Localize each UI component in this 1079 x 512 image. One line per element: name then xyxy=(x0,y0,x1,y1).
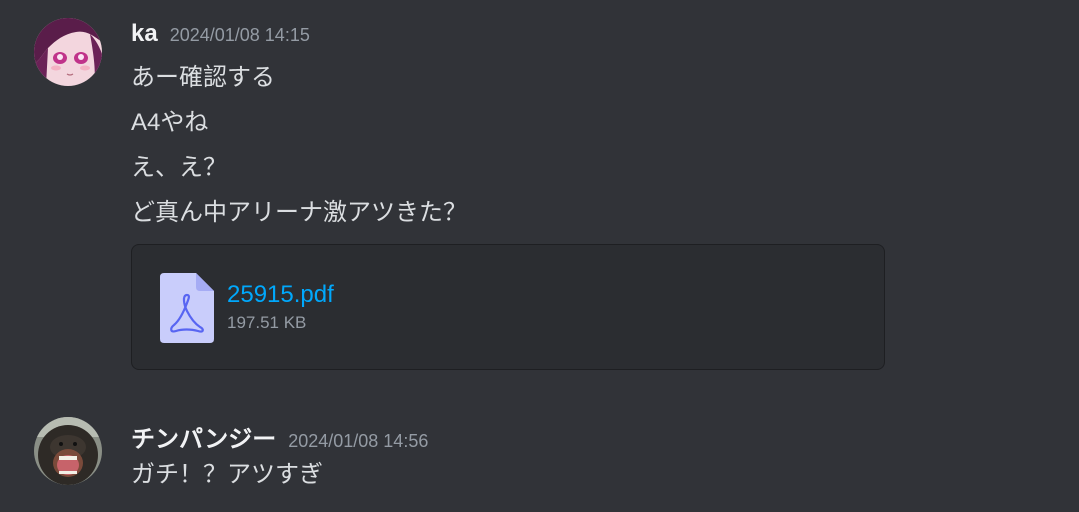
pdf-file-icon[interactable] xyxy=(160,273,214,343)
message-header: チンパンジー 2024/01/08 14:56 xyxy=(131,419,428,454)
message-header: ka 2024/01/08 14:15 xyxy=(131,20,310,48)
avatar[interactable] xyxy=(34,18,102,86)
message-group: チンパンジー 2024/01/08 14:56 ガチ！？アツすぎ xyxy=(0,390,1079,512)
message-text: え、え？ xyxy=(131,154,227,181)
message-text: ガチ！？アツすぎ xyxy=(131,461,323,488)
username[interactable]: チンパンジー xyxy=(131,426,276,453)
anime-girl-avatar-icon xyxy=(34,18,102,86)
timestamp[interactable]: 2024/01/08 14:15 xyxy=(170,25,310,45)
timestamp[interactable]: 2024/01/08 14:56 xyxy=(288,431,428,451)
avatar[interactable] xyxy=(34,417,102,485)
message-group: ka 2024/01/08 14:15 あー確認する A4やね え、え？ ど真ん中… xyxy=(0,0,1079,390)
message-text: A4やね xyxy=(131,109,209,136)
attachment-file-size: 197.51 KB xyxy=(227,313,307,332)
attachment-filename-link[interactable]: 25915.pdf xyxy=(227,281,334,309)
username[interactable]: ka xyxy=(131,20,158,47)
file-attachment: 25915.pdf 197.51 KB xyxy=(131,244,885,370)
message-text: ど真ん中アリーナ激アツきた？ xyxy=(131,199,467,226)
chimpanzee-avatar-icon xyxy=(34,417,102,485)
message-text: あー確認する xyxy=(131,64,275,91)
